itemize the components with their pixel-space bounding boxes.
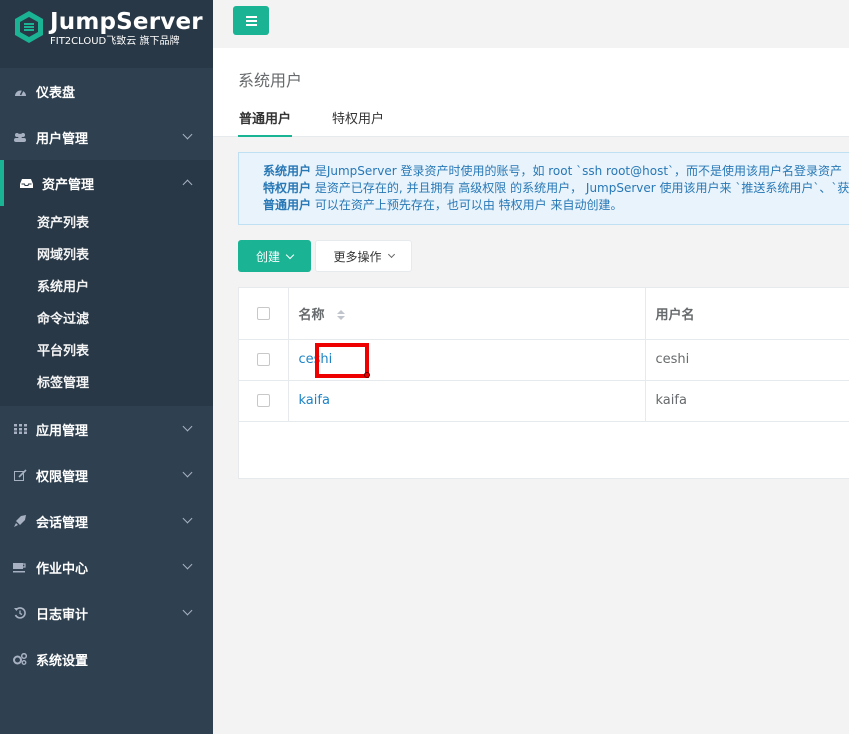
chevron-up-icon (182, 179, 193, 190)
sidebar-item-jobs[interactable]: 作业中心 (0, 544, 213, 590)
tab-privileged-users[interactable]: 特权用户 (331, 108, 385, 137)
top-navbar (213, 0, 849, 48)
username-cell: kaifa (645, 380, 849, 422)
chevron-down-icon (182, 605, 193, 616)
alert-text: 是JumpServer 登录资产时使用的账号，如 root `ssh root@… (311, 164, 849, 178)
main-content: 系统用户 是JumpServer 登录资产时使用的账号，如 root `ssh … (213, 138, 849, 734)
hamburger-icon (245, 15, 257, 18)
submenu-item-domain-list[interactable]: 网域列表 (0, 240, 213, 272)
chevron-down-icon (387, 250, 395, 259)
assets-submenu: 资产列表 网域列表 系统用户 命令过滤 平台列表 标签管理 (0, 206, 213, 406)
more-actions-button[interactable]: 更多操作 (315, 240, 412, 272)
chevron-down-icon (182, 467, 193, 478)
submenu-item-platform-list[interactable]: 平台列表 (0, 336, 213, 368)
alert-text: 可以在资产上预先存在，也可以由 特权用户 来自动创建。 (311, 198, 623, 212)
sidebar-item-audit[interactable]: 日志审计 (0, 590, 213, 636)
system-user-name-link[interactable]: ceshi (299, 352, 333, 367)
sidebar-item-label: 系统设置 (36, 653, 89, 669)
sidebar-item-permissions[interactable]: 权限管理 (0, 452, 213, 498)
chevron-down-icon (285, 250, 295, 259)
row-checkbox[interactable] (256, 394, 270, 407)
row-checkbox[interactable] (256, 353, 270, 366)
page-header: 系统用户 普通用户 特权用户 (213, 48, 849, 137)
table-row: kaifa kaifa (239, 380, 849, 422)
sidebar-item-label: 用户管理 (36, 131, 89, 147)
sidebar-item-label: 应用管理 (36, 423, 89, 439)
tab-normal-users[interactable]: 普通用户 (238, 108, 293, 137)
more-actions-label: 更多操作 (333, 249, 382, 264)
column-header-label: 名称 (298, 307, 325, 323)
highlight-marker (364, 372, 370, 378)
info-alert: 系统用户 是JumpServer 登录资产时使用的账号，如 root `ssh … (238, 152, 849, 225)
sidebar-item-label: 资产管理 (42, 177, 95, 193)
chevron-down-icon (182, 421, 193, 432)
history-icon (13, 606, 27, 620)
sidebar-item-assets[interactable]: 资产管理 (0, 160, 213, 206)
dashboard-icon (13, 84, 27, 98)
sidebar-item-sessions[interactable]: 会话管理 (0, 498, 213, 544)
page-title: 系统用户 (238, 71, 303, 90)
submenu-item-asset-list[interactable]: 资产列表 (0, 208, 213, 240)
sidebar-item-label: 会话管理 (36, 515, 89, 531)
create-button[interactable]: 创建 (238, 240, 311, 272)
logo[interactable]: JumpServer FIT2CLOUD飞致云 旗下品牌 (0, 0, 213, 68)
inbox-icon (19, 176, 33, 190)
sidebar-item-label: 仪表盘 (36, 85, 76, 101)
rocket-icon (13, 514, 27, 528)
sidebar-item-label: 权限管理 (36, 469, 89, 485)
create-button-label: 创建 (255, 249, 280, 264)
chevron-down-icon (182, 129, 193, 140)
alert-term: 普通用户 (263, 198, 312, 212)
chevron-down-icon (182, 513, 193, 524)
table-row: ceshi ceshi (239, 339, 849, 381)
sidebar-item-applications[interactable]: 应用管理 (0, 406, 213, 452)
sidebar-item-settings[interactable]: 系统设置 (0, 636, 213, 682)
tab-bar: 普通用户 特权用户 (238, 108, 424, 137)
sidebar-item-label: 日志审计 (36, 607, 89, 623)
submenu-item-system-user[interactable]: 系统用户 (0, 272, 213, 304)
submenu-item-label-management[interactable]: 标签管理 (0, 368, 213, 400)
jumpserver-logo-icon (15, 11, 43, 43)
system-users-table: 名称 用户名 ceshi ceshi kaifa kaifa (238, 287, 849, 479)
sidebar-item-dashboard[interactable]: 仪表盘 (0, 68, 213, 114)
gears-icon (13, 652, 27, 666)
coffee-icon (13, 560, 27, 574)
alert-term: 系统用户 (263, 164, 312, 178)
chevron-down-icon (182, 559, 193, 570)
users-icon (13, 130, 27, 144)
alert-term: 特权用户 (263, 181, 312, 195)
table-header-row: 名称 用户名 (239, 288, 849, 340)
apps-grid-icon (13, 422, 27, 436)
sidebar-item-label: 作业中心 (36, 561, 89, 577)
column-header-name[interactable]: 名称 (288, 288, 646, 340)
sidebar: JumpServer FIT2CLOUD飞致云 旗下品牌 仪表盘 用户管理 资产… (0, 0, 213, 734)
sort-icon[interactable] (337, 310, 346, 321)
select-all-checkbox[interactable] (256, 306, 270, 320)
sidebar-item-users[interactable]: 用户管理 (0, 114, 213, 160)
submenu-item-command-filter[interactable]: 命令过滤 (0, 304, 213, 336)
logo-title: JumpServer (50, 9, 203, 35)
column-header-label: 用户名 (655, 307, 695, 323)
username-cell: ceshi (645, 339, 849, 381)
alert-line-2: 特权用户 是资产已存在的, 并且拥有 高级权限 的系统用户， JumpServe… (263, 180, 849, 197)
alert-line-1: 系统用户 是JumpServer 登录资产时使用的账号，如 root `ssh … (263, 163, 849, 180)
column-header-username: 用户名 (645, 288, 849, 340)
alert-text: 是资产已存在的, 并且拥有 高级权限 的系统用户， JumpServer 使用该… (311, 181, 849, 195)
logo-subtitle: FIT2CLOUD飞致云 旗下品牌 (50, 36, 180, 47)
menu-toggle-button[interactable] (233, 6, 269, 35)
edit-icon (13, 468, 27, 482)
system-user-name-link[interactable]: kaifa (299, 393, 330, 408)
alert-line-3: 普通用户 可以在资产上预先存在，也可以由 特权用户 来自动创建。 (263, 197, 849, 214)
